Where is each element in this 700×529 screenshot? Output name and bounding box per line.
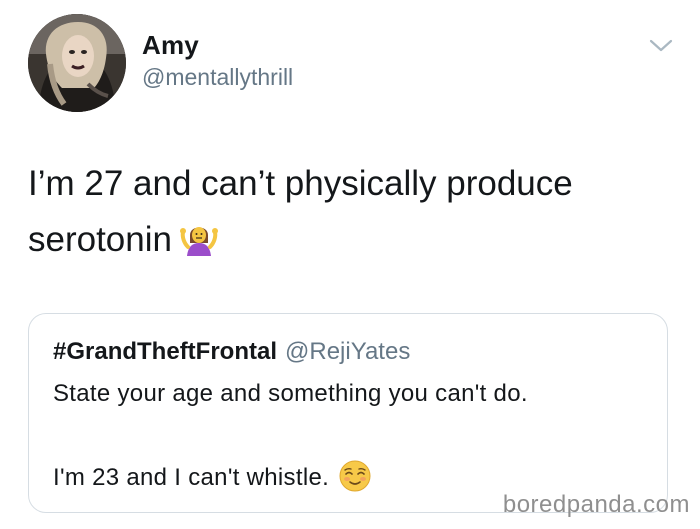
tweet-text-fragment: serotonin [28,220,172,259]
quoted-tweet[interactable]: #GrandTheftFrontal @RejiYates State your … [28,313,668,513]
tweet-text-line: serotonin [28,212,668,274]
quoted-tweet-text: I'm 23 and I can't whistle. [53,460,371,499]
tweet-card: Amy @mentallythrill I’m 27 and can’t phy… [0,0,700,529]
quoted-tweet-text-fragment: I'm 23 and I can't whistle. [53,464,330,491]
quoted-tweet-text: State your age and something you can't d… [53,380,528,407]
user-handle[interactable]: @mentallythrill [142,64,293,91]
tweet-text-line: I’m 27 and can’t physically produce [28,164,573,203]
chevron-down-icon[interactable] [648,36,674,56]
avatar[interactable] [28,14,126,112]
quoted-tweet-header: #GrandTheftFrontal @RejiYates [53,338,410,366]
display-name[interactable]: Amy [142,30,199,61]
quoted-display-name[interactable]: #GrandTheftFrontal [53,338,277,365]
tweet-text: I’m 27 and can’t physically produce sero… [28,156,668,274]
quoted-user-handle[interactable]: @RejiYates [285,338,410,365]
watermark: boredpanda.com [502,491,690,518]
person-shrugging-icon [179,218,218,274]
avatar-photo [28,14,126,112]
relieved-face-icon [339,460,371,499]
